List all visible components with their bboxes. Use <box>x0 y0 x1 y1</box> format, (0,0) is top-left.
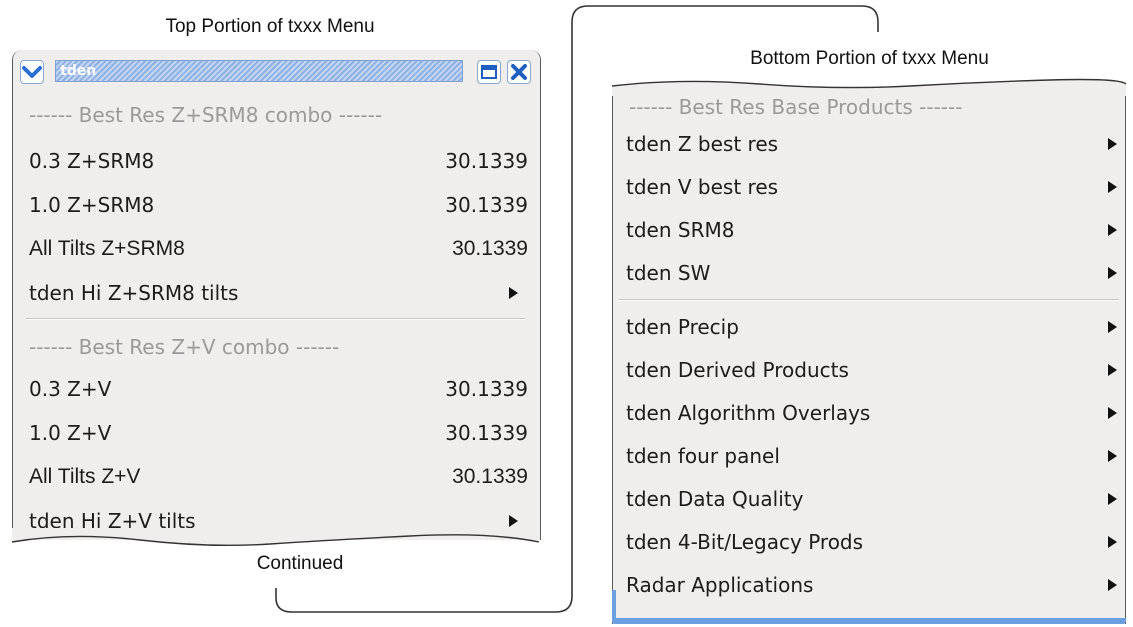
window-titlebar[interactable]: tden <box>13 50 540 92</box>
menu-item-label: tden Hi Z+SRM8 tilts <box>29 281 239 305</box>
bottom-portion-caption: Bottom Portion of txxx Menu <box>750 48 989 69</box>
menu-separator <box>619 299 1119 301</box>
menu-item-label: tden V best res <box>626 175 779 199</box>
submenu-arrow-icon <box>1108 364 1117 376</box>
section-header-z-v-combo: ------ Best Res Z+V combo ------ <box>13 324 540 370</box>
menu-item-value: 30.1339 <box>452 237 528 260</box>
window-bottom-border <box>612 618 1126 624</box>
menu-item-label: tden SRM8 <box>626 218 735 242</box>
menu-item-tden-v-best-res[interactable]: tden V best res <box>613 166 1125 209</box>
menu-item-tden-derived-products[interactable]: tden Derived Products <box>613 349 1125 392</box>
menu-item-label: tden SW <box>626 261 711 285</box>
menu-item-label: tden Algorithm Overlays <box>626 401 871 425</box>
submenu-arrow-icon <box>1108 224 1117 236</box>
bottom-menu-window: ------ Best Res Base Products ------ tde… <box>612 86 1126 624</box>
menu-item-label: tden Derived Products <box>626 358 849 382</box>
menu-item-all-tilts-z-srm8[interactable]: All Tilts Z+SRM8 30.1339 <box>13 226 540 272</box>
section-header-label: ------ Best Res Z+SRM8 combo ------ <box>29 103 383 127</box>
submenu-arrow-icon <box>509 287 518 299</box>
menu-item-label: tden Precip <box>626 315 739 339</box>
menu-item-label: All Tilts Z+SRM8 <box>29 237 185 260</box>
menu-item-tden-srm8[interactable]: tden SRM8 <box>613 209 1125 252</box>
menu-item-0-3-z-v[interactable]: 0.3 Z+V 30.1339 <box>13 366 540 412</box>
menu-item-tden-4-bit-legacy-prods[interactable]: tden 4-Bit/Legacy Prods <box>613 521 1125 564</box>
chevron-down-icon[interactable] <box>20 60 44 84</box>
close-icon[interactable] <box>507 60 531 84</box>
menu-item-label: 0.3 Z+SRM8 <box>29 149 155 173</box>
menu-item-value: 30.1339 <box>445 377 528 401</box>
submenu-arrow-icon <box>1108 579 1117 591</box>
menu-item-label: 0.3 Z+V <box>29 377 112 401</box>
menu-item-value: 30.1339 <box>445 193 528 217</box>
menu-item-tden-four-panel[interactable]: tden four panel <box>613 435 1125 478</box>
torn-edge <box>11 528 540 547</box>
menu-item-label: 1.0 Z+SRM8 <box>29 193 155 217</box>
torn-edge <box>611 78 1127 96</box>
title-area[interactable]: tden <box>55 60 463 82</box>
menu-item-label: Radar Applications <box>626 573 814 597</box>
menu-item-label: tden Z best res <box>626 132 779 156</box>
section-header-z-srm8-combo: ------ Best Res Z+SRM8 combo ------ <box>13 92 540 138</box>
menu-item-label: 1.0 Z+V <box>29 421 112 445</box>
menu-item-value: 30.1339 <box>445 149 528 173</box>
menu-item-tden-sw[interactable]: tden SW <box>613 252 1125 295</box>
menu-separator <box>25 318 525 320</box>
submenu-arrow-icon <box>1108 407 1117 419</box>
menu-item-tden-hi-z-srm8-tilts[interactable]: tden Hi Z+SRM8 tilts <box>13 270 540 316</box>
submenu-arrow-icon <box>1108 450 1117 462</box>
top-menu-window: tden ------ Best Res Z+SRM8 combo ------… <box>12 50 541 540</box>
menu-item-value: 30.1339 <box>445 421 528 445</box>
submenu-arrow-icon <box>1108 138 1117 150</box>
menu-item-0-3-z-srm8[interactable]: 0.3 Z+SRM8 30.1339 <box>13 138 540 184</box>
submenu-arrow-icon <box>1108 536 1117 548</box>
menu-item-tden-data-quality[interactable]: tden Data Quality <box>613 478 1125 521</box>
submenu-arrow-icon <box>1108 493 1117 505</box>
submenu-arrow-icon <box>1108 181 1117 193</box>
menu-item-tden-algorithm-overlays[interactable]: tden Algorithm Overlays <box>613 392 1125 435</box>
menu-item-1-0-z-srm8[interactable]: 1.0 Z+SRM8 30.1339 <box>13 182 540 228</box>
menu-item-label: tden four panel <box>626 444 780 468</box>
submenu-arrow-icon <box>1108 321 1117 333</box>
menu-item-label: tden 4-Bit/Legacy Prods <box>626 530 864 554</box>
menu-item-tden-z-best-res[interactable]: tden Z best res <box>613 123 1125 166</box>
submenu-arrow-icon <box>509 515 518 527</box>
maximize-icon[interactable] <box>477 60 501 84</box>
menu-item-label: All Tilts Z+V <box>29 465 141 488</box>
section-header-label: ------ Best Res Z+V combo ------ <box>29 335 340 359</box>
submenu-arrow-icon <box>1108 267 1117 279</box>
menu-item-value: 30.1339 <box>452 465 528 488</box>
menu-item-all-tilts-z-v[interactable]: All Tilts Z+V 30.1339 <box>13 454 540 500</box>
menu-item-label: tden Data Quality <box>626 487 804 511</box>
menu-item-1-0-z-v[interactable]: 1.0 Z+V 30.1339 <box>13 410 540 456</box>
menu-item-tden-precip[interactable]: tden Precip <box>613 306 1125 349</box>
window-title: tden <box>60 63 97 79</box>
top-portion-caption: Top Portion of txxx Menu <box>165 16 375 37</box>
menu-item-radar-applications[interactable]: Radar Applications <box>613 564 1125 607</box>
